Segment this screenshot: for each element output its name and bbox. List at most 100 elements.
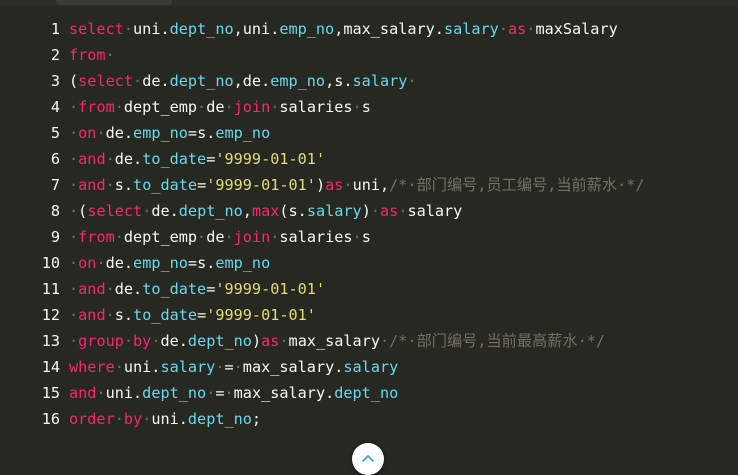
line-number: 8 bbox=[50, 202, 60, 220]
code-token: · bbox=[123, 20, 134, 38]
code-token: select bbox=[87, 202, 143, 220]
code-token: as bbox=[507, 20, 527, 38]
code-line[interactable]: 2 from· bbox=[0, 42, 738, 68]
code-token: where bbox=[69, 358, 115, 376]
code-token: dept_emp bbox=[123, 228, 198, 246]
code-line[interactable]: 5 ·on·de.emp_no=s.emp_no bbox=[0, 120, 738, 146]
code-token: = bbox=[197, 306, 207, 324]
code-token: emp_no bbox=[133, 254, 188, 272]
code-token: · bbox=[114, 358, 124, 376]
code-token: salary bbox=[306, 202, 362, 220]
code-token: de. bbox=[142, 72, 170, 90]
line-number: 2 bbox=[50, 46, 60, 64]
code-token: dept_no bbox=[187, 332, 252, 350]
code-token: and bbox=[78, 150, 106, 168]
code-token: · bbox=[105, 46, 115, 64]
line-number: 16 bbox=[41, 410, 60, 428]
editor-tab[interactable] bbox=[56, 0, 172, 5]
code-token: max_salary. bbox=[233, 384, 335, 402]
line-number: 10 bbox=[41, 254, 60, 272]
code-token: salary bbox=[160, 358, 216, 376]
code-token: salaries bbox=[279, 98, 353, 116]
code-text: from· bbox=[69, 42, 115, 68]
code-token: to_date bbox=[133, 176, 198, 194]
code-text: ·and·de.to_date='9999-01-01' bbox=[69, 276, 325, 302]
code-token: · bbox=[105, 150, 115, 168]
code-token: select bbox=[69, 20, 124, 38]
code-line[interactable]: 6 ·and·de.to_date='9999-01-01' bbox=[0, 146, 738, 172]
code-token: dept_no bbox=[178, 202, 243, 220]
line-number: 6 bbox=[50, 150, 60, 168]
code-line[interactable]: 12 ·and·s.to_date='9999-01-01' bbox=[0, 302, 738, 328]
code-token: · bbox=[105, 306, 115, 324]
code-token: ) bbox=[361, 202, 371, 220]
code-editor[interactable]: 1 select·uni.dept_no,uni.emp_no,max_salar… bbox=[0, 16, 738, 432]
code-token: to_date bbox=[142, 280, 207, 298]
code-token: salaries bbox=[279, 228, 353, 246]
code-text: ·from·dept_emp·de·join·salaries·s bbox=[69, 94, 371, 120]
code-token: '9999-01-01' bbox=[206, 306, 316, 324]
code-line[interactable]: 16 order·by·uni.dept_no; bbox=[0, 406, 738, 432]
code-text: order·by·uni.dept_no; bbox=[69, 406, 261, 432]
code-line[interactable]: 10 ·on·de.emp_no=s.emp_no bbox=[0, 250, 738, 276]
code-token: salary bbox=[407, 202, 463, 220]
collapse-button[interactable] bbox=[352, 443, 384, 475]
code-token: · bbox=[343, 176, 353, 194]
code-token: /*·部门编号,员工编号,当前薪水·*/ bbox=[389, 176, 645, 194]
code-token: uni. bbox=[133, 20, 170, 38]
code-token: and bbox=[69, 384, 97, 402]
code-token: by bbox=[123, 410, 143, 428]
code-token: emp_no bbox=[215, 124, 271, 142]
code-text: ·and·s.to_date='9999-01-01' bbox=[69, 302, 316, 328]
line-number: 15 bbox=[41, 384, 60, 402]
code-token: · bbox=[142, 410, 152, 428]
code-token: =s. bbox=[187, 124, 216, 142]
code-token: and bbox=[78, 176, 106, 194]
code-token: s bbox=[361, 98, 371, 116]
code-token: · bbox=[114, 98, 124, 116]
code-token: emp_no bbox=[279, 20, 335, 38]
code-token: ,s. bbox=[325, 72, 353, 90]
code-token: select bbox=[78, 72, 134, 90]
code-token: dept_no bbox=[142, 384, 207, 402]
code-token: to_date bbox=[133, 306, 198, 324]
code-line[interactable]: 13 ·group·by·de.dept_no)as·max_salary·/*·… bbox=[0, 328, 738, 354]
code-token: · bbox=[69, 98, 79, 116]
code-token: · bbox=[96, 254, 106, 272]
code-line[interactable]: 11 ·and·de.to_date='9999-01-01' bbox=[0, 276, 738, 302]
code-token: · bbox=[123, 332, 134, 350]
code-token: dept_no bbox=[334, 384, 399, 402]
code-token: on bbox=[78, 254, 97, 272]
code-token: emp_no bbox=[270, 72, 326, 90]
code-token: · bbox=[69, 150, 79, 168]
code-line[interactable]: 1 select·uni.dept_no,uni.emp_no,max_salar… bbox=[0, 16, 738, 42]
code-line[interactable]: 8 ·(select·de.dept_no,max(s.salary)·as·sa… bbox=[0, 198, 738, 224]
code-line[interactable]: 3 (select·de.dept_no,de.emp_no,s.salary· bbox=[0, 68, 738, 94]
code-line[interactable]: 7 ·and·s.to_date='9999-01-01')as·uni,/*·部… bbox=[0, 172, 738, 198]
code-line[interactable]: 14 where·uni.salary·=·max_salary.salary bbox=[0, 354, 738, 380]
code-token: = bbox=[224, 358, 234, 376]
code-token: ( bbox=[69, 72, 79, 90]
code-token: as bbox=[325, 176, 344, 194]
code-token: de. bbox=[114, 150, 143, 168]
code-token: · bbox=[114, 228, 124, 246]
code-text: (select·de.dept_no,de.emp_no,s.salary· bbox=[69, 68, 417, 94]
code-token: · bbox=[370, 202, 381, 220]
code-token: max_salary bbox=[288, 332, 380, 350]
code-token: · bbox=[197, 98, 207, 116]
code-token: de. bbox=[114, 280, 143, 298]
code-line[interactable]: 4 ·from·dept_emp·de·join·salaries·s bbox=[0, 94, 738, 120]
code-token: s bbox=[361, 228, 371, 246]
code-token: dept_emp bbox=[123, 98, 198, 116]
code-token: · bbox=[407, 72, 417, 90]
code-line[interactable]: 15 and·uni.dept_no·=·max_salary.dept_no bbox=[0, 380, 738, 406]
code-token: · bbox=[105, 176, 115, 194]
code-line[interactable]: 9 ·from·dept_emp·de·join·salaries·s bbox=[0, 224, 738, 250]
code-token: ; bbox=[251, 410, 262, 428]
code-token: order bbox=[69, 410, 115, 428]
code-token: = bbox=[206, 150, 216, 168]
line-number: 5 bbox=[50, 124, 60, 142]
code-token: · bbox=[352, 228, 362, 246]
code-token: de. bbox=[105, 254, 134, 272]
line-number: 11 bbox=[41, 280, 60, 298]
